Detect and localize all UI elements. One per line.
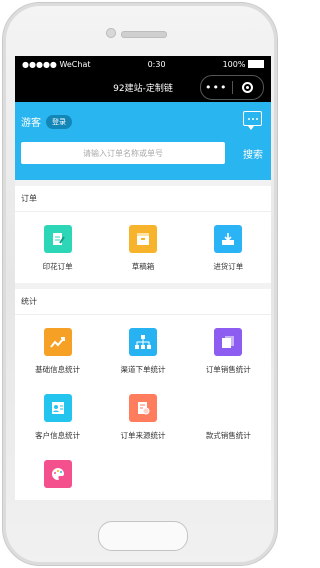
stats-item-label: 订单销售统计 bbox=[205, 365, 251, 374]
style-sales-stats-icon bbox=[214, 394, 243, 422]
order-source-stats-icon bbox=[128, 394, 157, 422]
stats-item-label: 渠道下单统计 bbox=[120, 365, 166, 374]
print-order-icon bbox=[43, 225, 72, 253]
message-icon[interactable] bbox=[243, 111, 262, 130]
guest-area: 游客 登录 bbox=[21, 114, 72, 129]
stats-item-label: 款式销售统计 bbox=[205, 431, 251, 440]
app-screen: ●●●●● WeChat 0:30 100% 92建站-定制链 ••• 游客 登… bbox=[15, 56, 271, 500]
status-time: 0:30 bbox=[147, 59, 166, 69]
close-miniprogram-button[interactable] bbox=[233, 82, 264, 93]
miniprogram-capsule: ••• bbox=[200, 75, 264, 100]
orders-section: 订单 印花订单 草稿箱 进货订单 bbox=[15, 186, 271, 283]
order-sales-stats-icon bbox=[214, 328, 243, 356]
stats-item-style-sales[interactable]: 款式销售统计 bbox=[186, 386, 271, 452]
customer-info-stats-icon bbox=[43, 394, 72, 422]
order-item-print[interactable]: 印花订单 bbox=[15, 217, 100, 283]
stats-item-label: 客户信息统计 bbox=[35, 431, 81, 440]
nav-bar: 92建站-定制链 ••• bbox=[15, 72, 271, 102]
stats-section: 统计 基础信息统计 渠道下单统计 订单销售统计 客户信息统计 订单来源统计 款式… bbox=[15, 289, 271, 500]
stats-item-channel-order[interactable]: 渠道下单统计 bbox=[100, 320, 185, 386]
order-item-label: 草稿箱 bbox=[131, 262, 155, 271]
battery-icon bbox=[248, 60, 264, 68]
camera-icon bbox=[106, 28, 116, 38]
stats-item-order-sales[interactable]: 订单销售统计 bbox=[186, 320, 271, 386]
battery-indicator: 100% bbox=[223, 60, 264, 69]
order-item-label: 进货订单 bbox=[213, 262, 244, 271]
phone-frame: ●●●●● WeChat 0:30 100% 92建站-定制链 ••• 游客 登… bbox=[2, 2, 278, 566]
guest-label: 游客 bbox=[21, 118, 41, 129]
battery-text: 100% bbox=[222, 59, 246, 69]
stats-grid: 基础信息统计 渠道下单统计 订单销售统计 客户信息统计 订单来源统计 款式销售统… bbox=[15, 315, 271, 500]
orders-grid: 印花订单 草稿箱 进货订单 bbox=[15, 212, 271, 283]
speaker-grille bbox=[121, 31, 167, 38]
orders-section-title: 订单 bbox=[15, 186, 271, 212]
stats-item-label: 订单来源统计 bbox=[120, 431, 166, 440]
order-item-draft[interactable]: 草稿箱 bbox=[100, 217, 185, 283]
page-title: 92建站-定制链 bbox=[113, 83, 173, 94]
stats-item-order-source[interactable]: 订单来源统计 bbox=[100, 386, 185, 452]
order-item-purchase[interactable]: 进货订单 bbox=[186, 217, 271, 283]
search-button[interactable]: 搜索 bbox=[243, 146, 263, 161]
close-circle-icon bbox=[242, 82, 254, 93]
basic-info-stats-icon bbox=[43, 328, 72, 356]
stats-item-customer-info[interactable]: 客户信息统计 bbox=[15, 386, 100, 452]
login-button[interactable]: 登录 bbox=[46, 114, 72, 129]
order-item-label: 印花订单 bbox=[42, 262, 73, 271]
palette-icon bbox=[43, 460, 72, 488]
search-input[interactable] bbox=[21, 142, 225, 164]
stats-section-title: 统计 bbox=[15, 289, 271, 315]
channel-order-stats-icon bbox=[128, 328, 157, 356]
draft-box-icon bbox=[128, 225, 157, 253]
signal-indicator: ●●●●● WeChat bbox=[22, 59, 91, 69]
home-button[interactable] bbox=[98, 521, 188, 551]
status-bar: ●●●●● WeChat 0:30 100% bbox=[15, 56, 271, 72]
stats-item-basic-info[interactable]: 基础信息统计 bbox=[15, 320, 100, 386]
purchase-order-icon bbox=[214, 225, 243, 253]
stats-item-label: 基础信息统计 bbox=[35, 365, 81, 374]
stats-item-palette[interactable] bbox=[15, 452, 100, 500]
user-header: 游客 登录 搜索 bbox=[15, 102, 271, 180]
more-menu-icon[interactable]: ••• bbox=[201, 81, 232, 94]
